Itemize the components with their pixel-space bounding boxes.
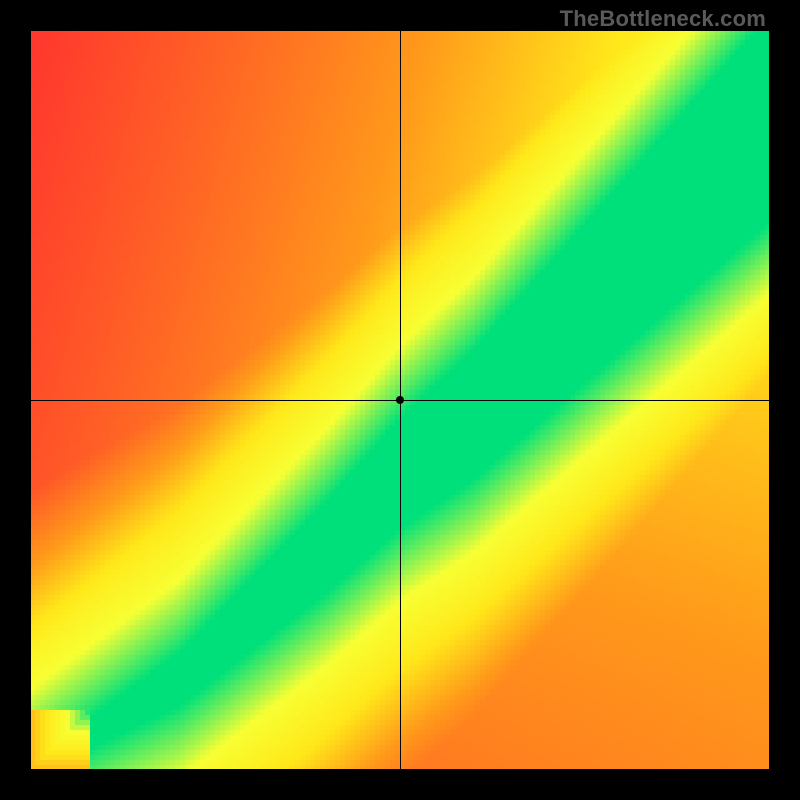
chart-container: TheBottleneck.com bbox=[0, 0, 800, 800]
selection-marker bbox=[396, 396, 404, 404]
watermark-text: TheBottleneck.com bbox=[560, 6, 766, 32]
plot-area bbox=[30, 30, 770, 770]
